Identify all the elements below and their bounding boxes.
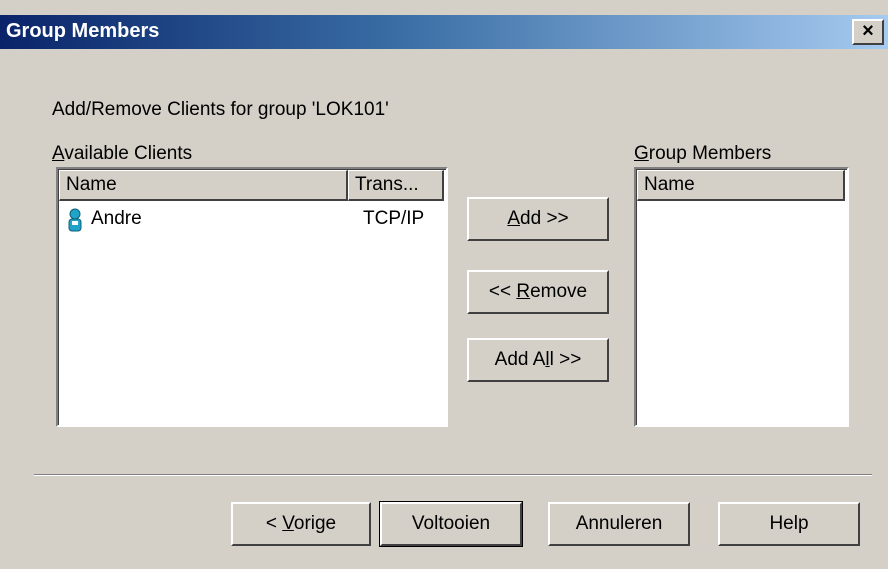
available-clients-label: Available Clients (52, 143, 193, 164)
remove-button[interactable]: << Remove (467, 270, 609, 314)
finish-button[interactable]: Voltooien (379, 501, 523, 547)
group-members-list[interactable]: Name (634, 167, 849, 427)
group-description: Add/Remove Clients for group 'LOK101' (52, 99, 389, 120)
title-bar[interactable]: Group Members × (0, 15, 888, 49)
client-transport: TCP/IP (363, 208, 425, 229)
available-clients-list[interactable]: Name Trans... Andre TCP/IP (56, 167, 448, 427)
column-header-name[interactable]: Name (59, 170, 348, 201)
column-header-transport[interactable]: Trans... (348, 170, 444, 201)
cancel-button[interactable]: Annuleren (548, 502, 690, 546)
close-icon: × (862, 20, 874, 42)
back-button[interactable]: < Vorige (231, 502, 371, 546)
close-button[interactable]: × (852, 19, 884, 45)
add-all-button[interactable]: Add All >> (467, 338, 609, 382)
members-column-header-name[interactable]: Name (637, 170, 845, 201)
client-person-icon (65, 208, 85, 232)
client-name: Andre (91, 208, 142, 229)
add-button[interactable]: Add >> (467, 197, 609, 241)
window-title: Group Members (6, 20, 160, 42)
separator (34, 474, 872, 476)
list-item[interactable]: Andre TCP/IP (65, 207, 441, 233)
group-members-dialog: Group Members × Add/Remove Clients for g… (0, 0, 888, 569)
group-members-label: Group Members (634, 143, 772, 164)
help-button[interactable]: Help (718, 502, 860, 546)
